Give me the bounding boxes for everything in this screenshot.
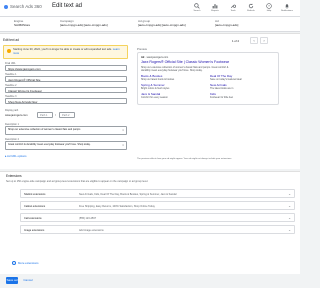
chevron-down-icon: ⌄ bbox=[288, 204, 291, 208]
extensions-title: Extensions bbox=[6, 174, 22, 178]
toolbar-help[interactable]: ? Help bbox=[262, 3, 276, 12]
breadcrumb-ad[interactable]: Ad [auto-cmpgn-ads] bbox=[215, 19, 238, 27]
sitelink-description: Bright colors & fresh styles bbox=[141, 86, 170, 90]
path-separator: / bbox=[55, 113, 56, 117]
toolbar-label: Notifications bbox=[281, 10, 293, 12]
description-2-field[interactable]: Great comfort & durability mean everyday… bbox=[5, 141, 127, 150]
extension-value: Free Shipping, Easy Returns, 100% Satisf… bbox=[79, 205, 155, 208]
ad-badge: Ad bbox=[141, 56, 145, 59]
help-icon: ? bbox=[266, 3, 272, 9]
warning-banner: Starting June 30, 2022, you'll no longer… bbox=[3, 45, 128, 59]
extension-name: Image extensions bbox=[24, 229, 45, 232]
headline-1-field[interactable]: Jaxx Rogers® Official Site bbox=[5, 76, 127, 82]
chevron-down-icon: ⌄ bbox=[288, 228, 291, 232]
sitelink-description: Save on today's featured deal bbox=[210, 77, 242, 81]
extensions-subtitle: Set up to 150 engine-side campaign and a… bbox=[6, 180, 149, 183]
extension-name: Sitelink extensions bbox=[24, 193, 46, 196]
tools-icon bbox=[230, 4, 236, 9]
refresh-icon bbox=[248, 3, 254, 9]
more-extensions-toggle[interactable]: More extensions bbox=[12, 261, 39, 266]
chevron-down-icon: ⌄ bbox=[288, 192, 291, 196]
toolbar: Search Reports Tools Refresh ? Help Noti… bbox=[190, 3, 294, 12]
warning-text: Starting June 30, 2022, you'll no longer… bbox=[13, 48, 120, 55]
toolbar-label: Reports bbox=[211, 10, 219, 12]
brand-logo bbox=[4, 4, 8, 9]
ad-url-line: Ad · www.jaxrogers.com bbox=[141, 56, 169, 59]
sitelink-description: The latest looks are in bbox=[210, 86, 234, 90]
extension-value: New Arrivals, Kids, Deal Of The Day, Boo… bbox=[79, 193, 177, 196]
toolbar-search[interactable]: Search bbox=[190, 3, 204, 12]
breadcrumb-engine[interactable]: Engine SA360Store bbox=[14, 19, 30, 27]
toolbar-notifications[interactable]: Notifications bbox=[280, 3, 294, 12]
top-app-bar: Search Ads 360 Edit text ad Search Repor… bbox=[0, 0, 300, 17]
section-title: Edit text ad bbox=[3, 38, 19, 42]
display-path-domain: www.jaxrogers.com bbox=[5, 114, 28, 117]
svg-text:?: ? bbox=[268, 4, 270, 8]
chevron-right-icon: › bbox=[263, 38, 265, 43]
breadcrumb-ad-group[interactable]: Ad group [auto-cmpgn-ads] [auto-cmpgn-ads… bbox=[138, 19, 186, 27]
clear-icon[interactable]: × bbox=[122, 128, 124, 132]
toolbar-reports[interactable]: Reports bbox=[208, 3, 222, 12]
toolbar-label: Refresh bbox=[247, 10, 255, 12]
sitelink-description: Shop our latest boots & booties bbox=[141, 77, 175, 81]
path-2-field[interactable]: Path 2 bbox=[59, 112, 75, 118]
chevron-left-icon: ‹ bbox=[253, 38, 255, 43]
save-ad-button[interactable]: Save ad bbox=[6, 277, 18, 284]
cancel-button[interactable]: Cancel bbox=[21, 277, 35, 284]
toolbar-tools[interactable]: Tools bbox=[226, 3, 240, 12]
headline-2-field[interactable]: Classic Women's Footwear bbox=[5, 87, 127, 93]
preview-title: Jaxx Rogers® Official Site | Classic Wom… bbox=[141, 60, 230, 64]
toolbar-refresh[interactable]: Refresh bbox=[244, 3, 258, 12]
ad-url-options-toggle[interactable]: ▸ Ad URL options bbox=[5, 154, 27, 158]
warning-icon bbox=[7, 49, 11, 53]
display-path-label: Display path bbox=[5, 109, 19, 112]
search-icon bbox=[194, 3, 200, 9]
final-url-field[interactable]: https://www.jaxrogers.com bbox=[5, 65, 127, 71]
preview-label: Preview bbox=[137, 47, 147, 51]
toolbar-label: Tools bbox=[230, 10, 236, 12]
extension-value: (555) 123-4567 bbox=[79, 217, 97, 220]
preview-note: The preview reflects how your ad might a… bbox=[137, 158, 232, 160]
notifications-icon bbox=[285, 4, 289, 9]
extension-row-calls[interactable]: Call extensions (555) 123-4567 ⌄ bbox=[20, 213, 295, 222]
add-circle-icon bbox=[12, 261, 16, 266]
chevron-down-icon: ⌄ bbox=[288, 216, 291, 220]
toolbar-label: Search bbox=[193, 10, 201, 12]
preview-next-button[interactable]: › bbox=[260, 37, 268, 44]
ad-preview: Ad · www.jaxrogers.com Jaxx Rogers® Offi… bbox=[137, 52, 279, 105]
toolbar-label: Help bbox=[266, 10, 272, 12]
app-brand[interactable]: Search Ads 360 bbox=[4, 4, 42, 9]
extensions-card bbox=[0, 171, 300, 274]
preview-prev-button[interactable]: ‹ bbox=[250, 37, 258, 44]
preview-page-indicator: 1 of 2 bbox=[232, 39, 239, 43]
extension-row-callouts[interactable]: Callout extensions Free Shipping, Easy R… bbox=[20, 201, 295, 210]
page-title: Edit text ad bbox=[52, 3, 83, 9]
extension-name: Call extensions bbox=[24, 217, 42, 220]
headline-3-field[interactable]: Shop New Arrivals Now bbox=[5, 98, 127, 104]
breadcrumb: Engine SA360Store Campaign [auto-cmpgn-ads… bbox=[0, 17, 300, 32]
extension-name: Callout extensions bbox=[24, 205, 46, 208]
extension-value: Add image extensions bbox=[79, 229, 104, 232]
extension-row-images[interactable]: Image extensions Add image extensions ⌄ bbox=[20, 225, 295, 234]
preview-description: Shop our extensive collection of women's… bbox=[141, 65, 229, 72]
extension-row-sitelinks[interactable]: Sitelink extensions New Arrivals, Kids, … bbox=[20, 189, 295, 198]
breadcrumb-campaign[interactable]: Campaign [auto-cmpgn-ads] [auto-cmpgn-ads… bbox=[60, 19, 108, 27]
clear-icon[interactable]: × bbox=[122, 143, 124, 147]
description-1-field[interactable]: Shop our extensive collection of women's… bbox=[5, 126, 127, 135]
sitelink-description: Footwear for little feet bbox=[210, 95, 233, 99]
sitelink-description: Comfort for every season bbox=[141, 95, 168, 99]
app-name: Search Ads 360 bbox=[10, 4, 42, 9]
preview-display-url: www.jaxrogers.com bbox=[146, 56, 169, 59]
reports-icon bbox=[212, 4, 218, 9]
path-1-field[interactable]: Path 1 bbox=[37, 112, 53, 118]
